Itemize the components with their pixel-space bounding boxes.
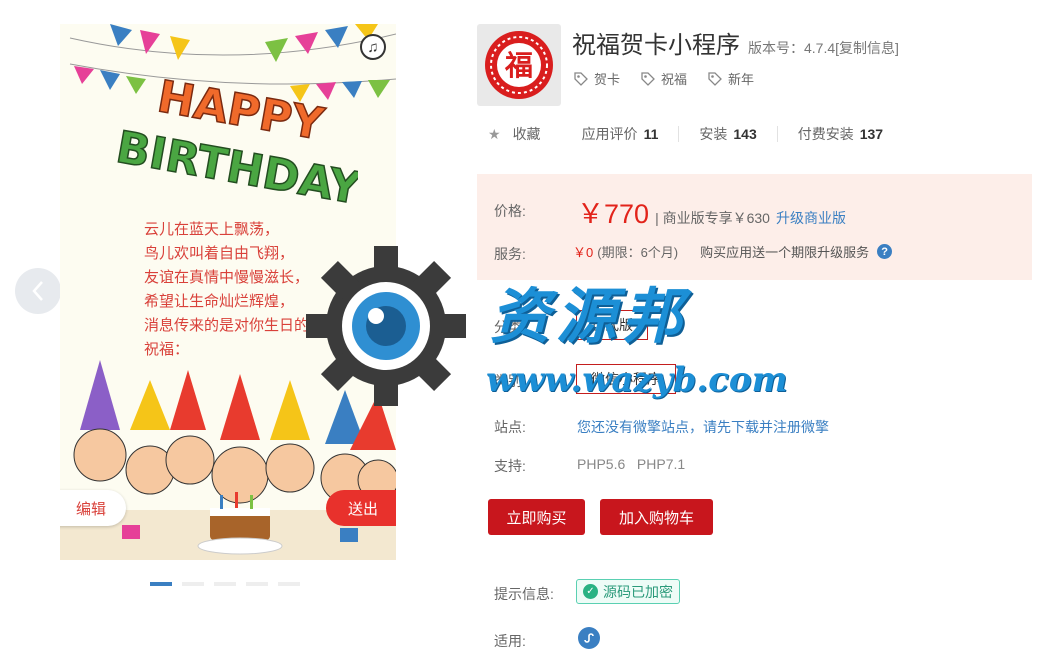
app-title: 祝福贺卡小程序: [572, 32, 740, 59]
send-button[interactable]: 送出: [326, 490, 396, 526]
service-value: ￥0: [573, 245, 594, 260]
poem-line: 友谊在真情中慢慢滋长，: [144, 268, 310, 286]
chevron-left-icon: [32, 281, 43, 301]
tag-icon: [641, 71, 655, 86]
price-panel: 价格: ￥770 | 商业版专享￥630 升级商业版 服务: ￥0 (期限：6个…: [477, 174, 1032, 280]
carousel-dot[interactable]: [150, 582, 172, 586]
paid-install-stat: 付费安装 137: [798, 124, 883, 144]
star-icon: ★: [488, 125, 501, 142]
service-line: ￥0 (期限：6个月) 购买应用送一个期限升级服务 ?: [573, 242, 893, 261]
poem-line: 希望让生命灿烂辉煌，: [144, 292, 295, 310]
support-value: PHP5.6 PHP7.1: [577, 456, 686, 472]
poem-line: 消息传来的是对你生日的: [144, 316, 310, 334]
tips-label: 提示信息:: [494, 586, 554, 602]
carousel-prev-button[interactable]: [15, 268, 61, 314]
poem-line: 祝福：: [144, 340, 190, 358]
pro-price-note: | 商业版专享￥630: [655, 210, 770, 226]
tag-list: 贺卡 祝福 新年: [573, 69, 754, 88]
add-to-cart-button[interactable]: 加入购物车: [600, 499, 713, 535]
help-icon[interactable]: ?: [877, 244, 893, 259]
rating-stat[interactable]: 应用评价 11: [582, 124, 659, 144]
edit-button[interactable]: 编辑: [60, 490, 126, 526]
check-icon: ✓: [583, 584, 598, 599]
tag-icon: [708, 71, 722, 86]
buy-now-button[interactable]: 立即购买: [488, 499, 585, 535]
fit-label: 适用:: [494, 633, 526, 649]
service-note: 购买应用送一个期限升级服务: [700, 245, 870, 260]
price-label: 价格:: [494, 203, 526, 219]
divider: [561, 126, 562, 142]
install-label: 安装: [699, 126, 728, 142]
price-value: ￥770: [577, 199, 650, 229]
site-register-link[interactable]: 您还没有微擎站点，请先下载并注册微擎: [577, 417, 829, 437]
tag-item[interactable]: 贺卡: [573, 69, 620, 88]
app-icon: 福: [477, 24, 561, 106]
paid-install-value: 137: [859, 126, 884, 142]
card-poem: 云儿在蓝天上飘荡， 鸟儿欢叫着自由飞翔， 友谊在真情中慢慢滋长， 希望让生命灿烂…: [144, 217, 309, 361]
divider: [776, 126, 778, 142]
tag-item[interactable]: 新年: [707, 69, 754, 88]
title-row: 祝福贺卡小程序 版本号：4.7.4[复制信息]: [572, 25, 899, 60]
watermark-gear-icon: [306, 246, 466, 406]
watermark-url: www.wazyb.com: [486, 360, 788, 400]
price-line: ￥770 | 商业版专享￥630 升级商业版: [577, 192, 846, 231]
stats-bar: ★ 收藏 应用评价 11 安装 143 付费安装 137: [488, 124, 883, 144]
encrypted-badge: ✓ 源码已加密: [576, 579, 680, 604]
tag-label: 新年: [728, 72, 755, 87]
divider: [678, 126, 680, 142]
happy-birthday-headline: HAPPY BIRTHDAY: [112, 71, 358, 214]
carousel-dot[interactable]: [246, 582, 268, 586]
poem-line: 鸟儿欢叫着自由飞翔，: [144, 244, 295, 262]
service-label: 服务:: [494, 246, 526, 262]
upgrade-link[interactable]: 升级商业版: [776, 208, 846, 228]
fu-papercut-icon: 福: [485, 31, 553, 99]
tag-item[interactable]: 祝福: [640, 69, 687, 88]
rating-value: 11: [643, 126, 659, 142]
favorite-button[interactable]: ★ 收藏: [488, 124, 541, 144]
mini-program-icon: [578, 627, 600, 649]
carousel-dot[interactable]: [214, 582, 236, 586]
encrypted-label: 源码已加密: [603, 583, 673, 600]
music-toggle-button[interactable]: ♫: [360, 34, 386, 60]
carousel-dot[interactable]: [278, 582, 300, 586]
watermark-text: 资源邦: [490, 282, 688, 352]
install-stat: 安装 143: [699, 124, 756, 144]
version-info[interactable]: 版本号：4.7.4[复制信息]: [748, 38, 899, 58]
site-label: 站点:: [494, 419, 526, 435]
support-label: 支持:: [494, 458, 526, 474]
carousel-indicators: [150, 582, 300, 586]
tag-label: 贺卡: [594, 72, 621, 87]
paid-install-label: 付费安装: [797, 126, 854, 142]
carousel-dot[interactable]: [182, 582, 204, 586]
svg-text:福: 福: [504, 49, 533, 82]
mini-program-logo: [584, 633, 594, 643]
tag-label: 祝福: [661, 72, 688, 87]
favorite-label: 收藏: [512, 126, 541, 142]
service-period: (期限：6个月): [597, 245, 679, 260]
music-note-icon: ♫: [367, 38, 379, 56]
tag-icon: [574, 71, 588, 86]
poem-line: 云儿在蓝天上飘荡，: [144, 220, 280, 238]
rating-label: 应用评价: [581, 126, 638, 142]
install-value: 143: [733, 126, 757, 142]
